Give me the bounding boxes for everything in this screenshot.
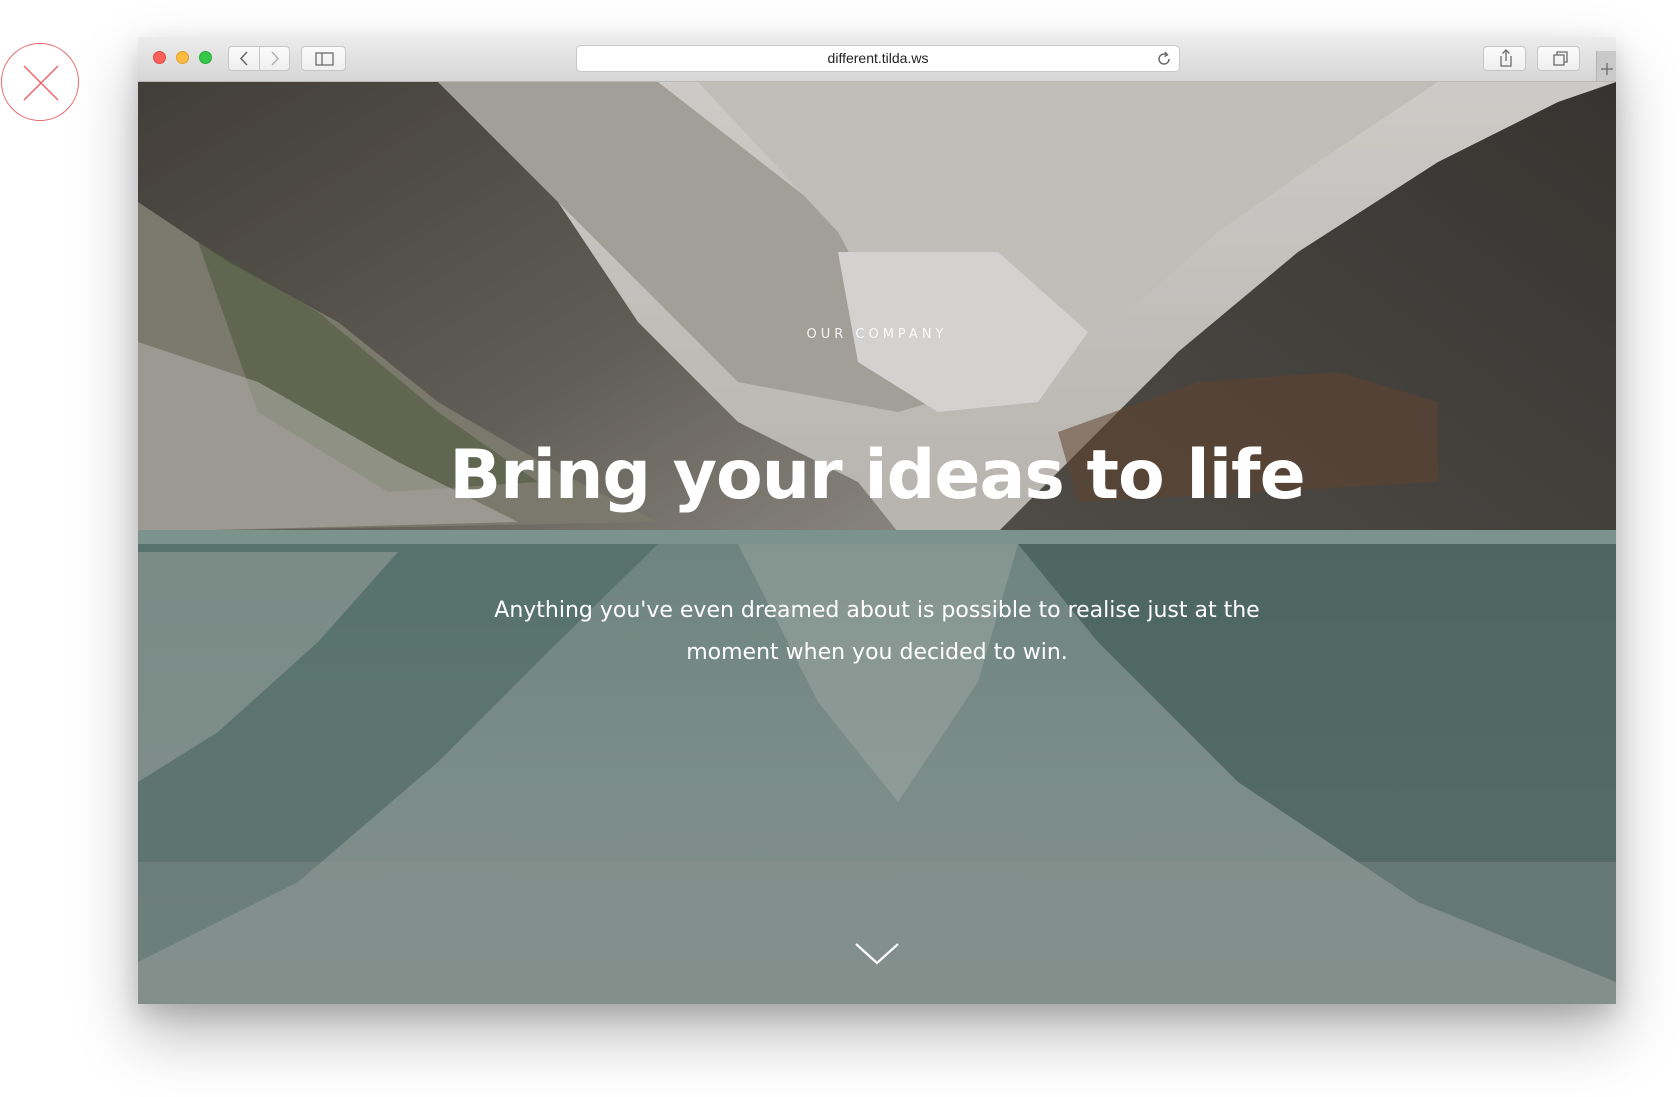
page-viewport: OUR COMPANY Bring your ideas to life Any… xyxy=(138,82,1616,1004)
chevron-right-icon xyxy=(271,51,280,66)
browser-toolbar: different.tilda.ws xyxy=(138,37,1616,82)
share-button[interactable] xyxy=(1483,46,1526,71)
close-icon[interactable] xyxy=(1,43,79,121)
share-icon xyxy=(1500,49,1512,67)
forward-button[interactable] xyxy=(260,47,290,70)
reload-icon[interactable] xyxy=(1155,50,1173,68)
plus-icon xyxy=(1601,63,1613,75)
new-tab-button[interactable] xyxy=(1596,51,1616,81)
hero-subtitle-line-2: moment when you decided to win. xyxy=(686,640,1068,665)
browser-window: different.tilda.ws OUR COMPANY Bring you… xyxy=(138,37,1616,1004)
tabs-icon xyxy=(1553,51,1568,66)
hero-background-image xyxy=(138,82,1616,1004)
chevron-left-icon xyxy=(239,51,248,66)
url-text: different.tilda.ws xyxy=(827,50,929,66)
sidebar-button[interactable] xyxy=(301,46,346,71)
window-close-button[interactable] xyxy=(153,51,166,64)
hero-eyebrow: OUR COMPANY xyxy=(806,327,948,342)
nav-button-group xyxy=(228,46,290,71)
hero-subtitle: Anything you've even dreamed about is po… xyxy=(477,590,1277,674)
hero-subtitle-line-1: Anything you've even dreamed about is po… xyxy=(494,598,1260,623)
sidebar-icon xyxy=(315,52,334,66)
tabs-overview-button[interactable] xyxy=(1537,46,1580,71)
hero-title: Bring your ideas to life xyxy=(449,436,1305,515)
chevron-down-icon[interactable] xyxy=(850,937,904,967)
back-button[interactable] xyxy=(229,47,259,70)
window-zoom-button[interactable] xyxy=(199,51,212,64)
address-bar[interactable]: different.tilda.ws xyxy=(576,45,1180,72)
window-minimize-button[interactable] xyxy=(176,51,189,64)
